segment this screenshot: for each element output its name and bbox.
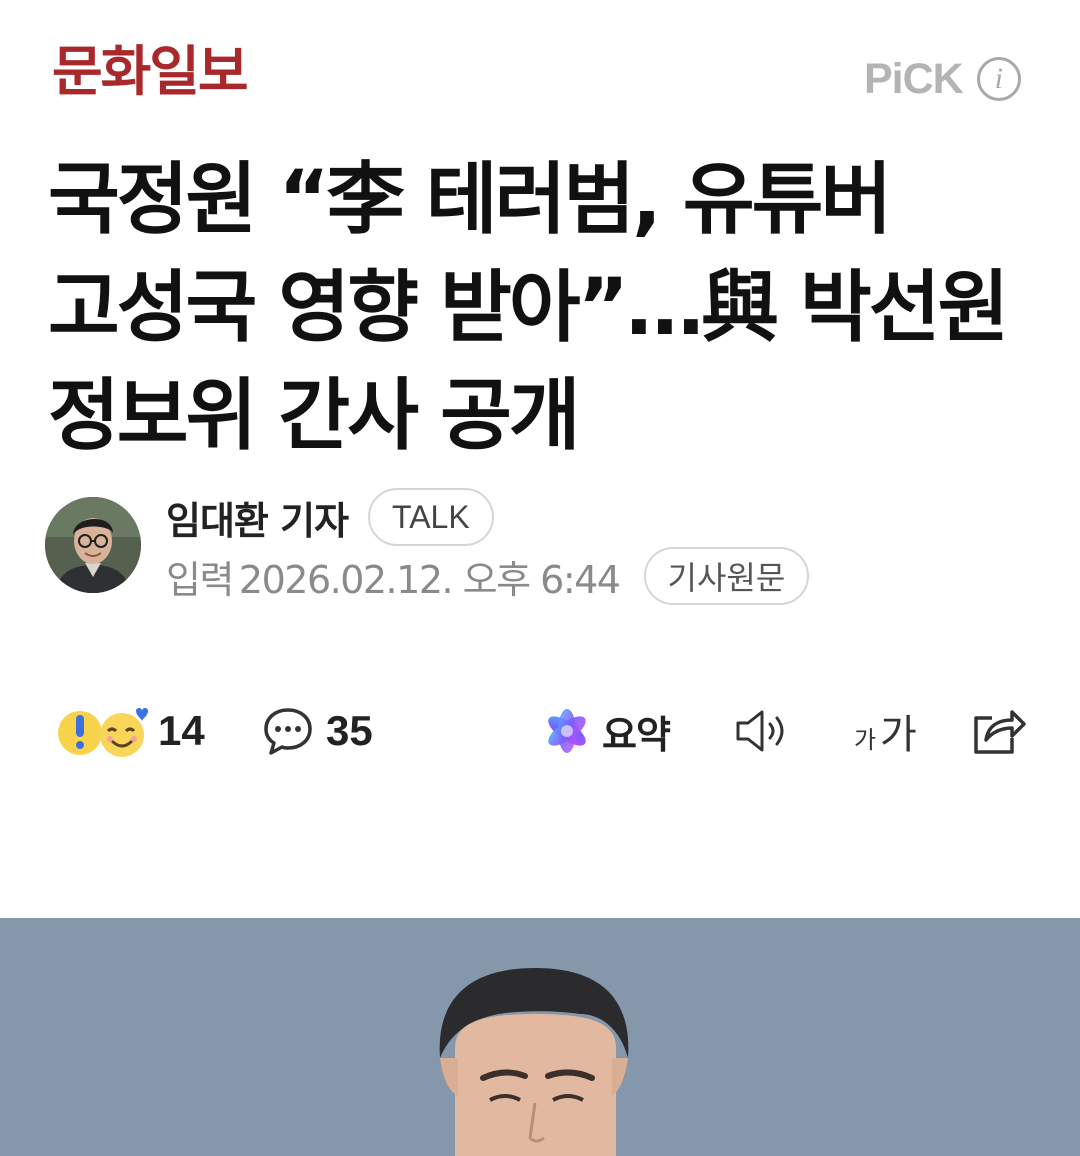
comment-bubble-icon	[264, 708, 312, 755]
talk-button[interactable]: TALK	[368, 488, 494, 546]
svg-text:가: 가	[880, 712, 917, 756]
press-logo[interactable]: 문화일보	[52, 44, 249, 98]
summary-button[interactable]: 요약	[542, 698, 671, 764]
svg-text:가: 가	[854, 726, 876, 754]
share-button[interactable]	[970, 698, 1028, 764]
font-size-button[interactable]: 가 가	[852, 698, 922, 764]
ai-summary-icon	[548, 709, 586, 753]
comment-button[interactable]: 35	[262, 698, 373, 764]
pick-label: PiCK	[864, 54, 964, 103]
author-name[interactable]: 임대환 기자	[166, 490, 349, 545]
article-headline: 국정원 “李 테러범, 유튜버 고성국 영향 받아”…與 박선원 정보위 간사 …	[48, 155, 1009, 461]
font-size-icon: 가 가	[854, 712, 917, 756]
info-icon[interactable]: i	[976, 57, 1021, 101]
reaction-button[interactable]: 14	[56, 698, 205, 764]
reaction-emoji-icon	[58, 708, 148, 757]
date-label: 입력	[166, 557, 234, 602]
author-avatar[interactable]	[45, 497, 141, 593]
original-article-button[interactable]: 기사원문	[643, 547, 810, 605]
read-aloud-button[interactable]	[734, 698, 794, 764]
pick-badge[interactable]: PiCK i	[864, 52, 1021, 106]
comment-count: 35	[326, 707, 373, 754]
article-header: 문화일보 PiCK i	[0, 0, 1080, 130]
person-photo-image	[0, 918, 1080, 1156]
author-row: 임대환 기자 TALK	[166, 488, 494, 546]
summary-label: 요약	[602, 712, 671, 757]
date-row: 입력 2026.02.12. 오후 6:44 기사원문	[166, 546, 810, 606]
article-action-bar: 14 35 요약 가 가	[0, 698, 1080, 764]
article-page: 문화일보 PiCK i 국정원 “李 테러범, 유튜버 고성국 영향 받아”…與…	[0, 0, 1080, 1156]
author-photo-icon	[45, 497, 141, 593]
article-photo[interactable]	[0, 918, 1080, 1156]
publish-date: 2026.02.12. 오후 6:44	[238, 557, 621, 602]
share-icon	[974, 710, 1026, 754]
reaction-count: 14	[158, 707, 205, 754]
speaker-icon	[736, 710, 784, 752]
